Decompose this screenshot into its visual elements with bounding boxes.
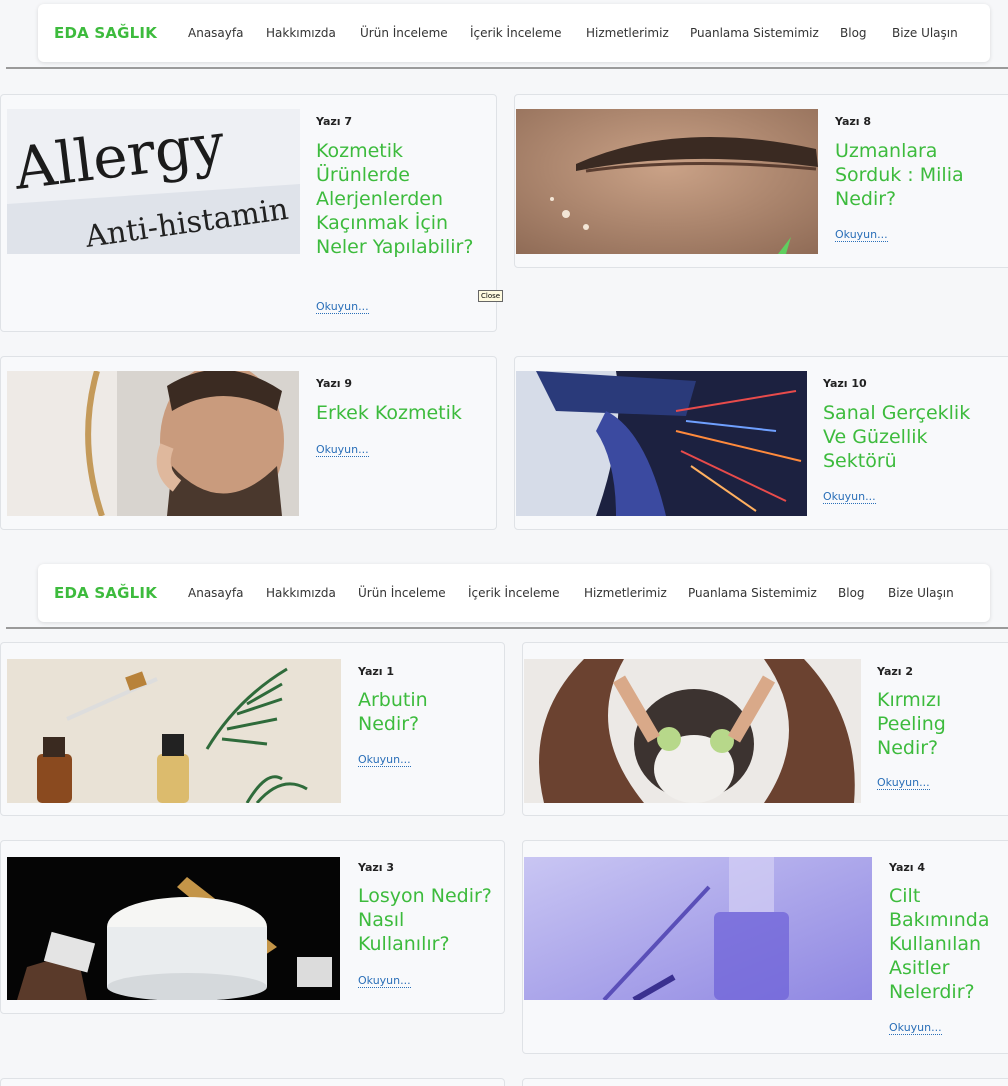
post-tag: Yazı 8 <box>835 115 872 128</box>
post-card-7: Allergy Anti-histamin Yazı 7 Kozmetik Ür… <box>0 94 497 332</box>
screen: EDA SAĞLIK Anasayfa Hakkımızda Ürün İnce… <box>0 0 1008 1086</box>
read-more-link[interactable]: Okuyun... <box>889 1021 942 1035</box>
post-image-eye[interactable] <box>516 109 818 254</box>
divider <box>6 627 1008 629</box>
read-more-link[interactable]: Okuyun... <box>877 776 930 790</box>
post-title[interactable]: Cilt Bakımında Kullanılan Asitler Nelerd… <box>889 884 1008 1004</box>
read-more-link[interactable]: Okuyun... <box>316 443 369 457</box>
post-image-mask[interactable] <box>524 659 861 803</box>
post-image-serum[interactable] <box>7 659 341 803</box>
nav-puanlama[interactable]: Puanlama Sistemimiz <box>690 26 819 40</box>
post-tag: Yazı 10 <box>823 377 867 390</box>
nav-blog[interactable]: Blog <box>838 586 865 600</box>
nav-puanlama[interactable]: Puanlama Sistemimiz <box>688 586 817 600</box>
post-card-partial <box>0 1078 505 1086</box>
nav-hakkimizda[interactable]: Hakkımızda <box>266 26 336 40</box>
post-title[interactable]: Losyon Nedir? Nasıl Kullanılır? <box>358 884 498 956</box>
nav-hizmetlerimiz[interactable]: Hizmetlerimiz <box>584 586 667 600</box>
post-tag: Yazı 4 <box>889 861 926 874</box>
post-title[interactable]: Kırmızı Peeling Nedir? <box>877 688 997 760</box>
post-image-lotion[interactable] <box>7 857 340 1000</box>
divider <box>6 67 1008 69</box>
nav-icerik-inceleme[interactable]: İçerik İnceleme <box>470 26 561 40</box>
post-tag: Yazı 2 <box>877 665 914 678</box>
read-more-link[interactable]: Okuyun... <box>358 974 411 988</box>
post-title[interactable]: Kozmetik Ürünlerde Alerjenlerden Kaçınma… <box>316 139 486 259</box>
post-image-man[interactable] <box>7 371 299 516</box>
post-tag: Yazı 1 <box>358 665 395 678</box>
post-image-allergy[interactable]: Allergy Anti-histamin <box>7 109 300 254</box>
nav-urun-inceleme[interactable]: Ürün İnceleme <box>360 26 448 40</box>
post-tag: Yazı 3 <box>358 861 395 874</box>
post-title[interactable]: Arbutin Nedir? <box>358 688 493 736</box>
read-more-link[interactable]: Okuyun... <box>823 490 876 504</box>
nav-anasayfa[interactable]: Anasayfa <box>188 26 243 40</box>
nav-blog[interactable]: Blog <box>840 26 867 40</box>
nav-bize-ulasin[interactable]: Bize Ulaşın <box>888 586 954 600</box>
brand-logo[interactable]: EDA SAĞLIK <box>54 584 157 602</box>
post-card-8: Yazı 8 Uzmanlara Sorduk : Milia Nedir? O… <box>514 94 1008 268</box>
nav-anasayfa[interactable]: Anasayfa <box>188 586 243 600</box>
post-image-vr[interactable] <box>516 371 807 516</box>
post-tag: Yazı 9 <box>316 377 353 390</box>
nav-hakkimizda[interactable]: Hakkımızda <box>266 586 336 600</box>
nav-hizmetlerimiz[interactable]: Hizmetlerimiz <box>586 26 669 40</box>
second-navbar: EDA SAĞLIK Anasayfa Hakkımızda Ürün İnce… <box>38 564 990 622</box>
close-tooltip: Close <box>478 290 504 302</box>
post-title[interactable]: Erkek Kozmetik <box>316 401 491 425</box>
read-more-link[interactable]: Okuyun... <box>316 300 369 314</box>
post-card-9: Yazı 9 Erkek Kozmetik Okuyun... <box>0 356 497 530</box>
post-title[interactable]: Sanal Gerçeklik Ve Güzellik Sektörü <box>823 401 998 473</box>
post-card-4: Yazı 4 Cilt Bakımında Kullanılan Asitler… <box>522 840 1008 1054</box>
brand-logo[interactable]: EDA SAĞLIK <box>54 24 157 42</box>
read-more-link[interactable]: Okuyun... <box>358 753 411 767</box>
nav-bize-ulasin[interactable]: Bize Ulaşın <box>892 26 958 40</box>
post-card-2: Yazı 2 Kırmızı Peeling Nedir? Okuyun... <box>522 642 1008 816</box>
nav-urun-inceleme[interactable]: Ürün İnceleme <box>358 586 446 600</box>
post-card-10: Yazı 10 Sanal Gerçeklik Ve Güzellik Sekt… <box>514 356 1008 530</box>
post-card-3: Yazı 3 Losyon Nedir? Nasıl Kullanılır? O… <box>0 840 505 1014</box>
top-navbar: EDA SAĞLIK Anasayfa Hakkımızda Ürün İnce… <box>38 4 990 62</box>
post-tag: Yazı 7 <box>316 115 353 128</box>
post-card-1: Yazı 1 Arbutin Nedir? Okuyun... <box>0 642 505 816</box>
post-card-partial <box>522 1078 1008 1086</box>
nav-icerik-inceleme[interactable]: İçerik İnceleme <box>468 586 559 600</box>
post-title[interactable]: Uzmanlara Sorduk : Milia Nedir? <box>835 139 1005 211</box>
read-more-link[interactable]: Okuyun... <box>835 228 888 242</box>
post-image-acid[interactable] <box>524 857 872 1000</box>
